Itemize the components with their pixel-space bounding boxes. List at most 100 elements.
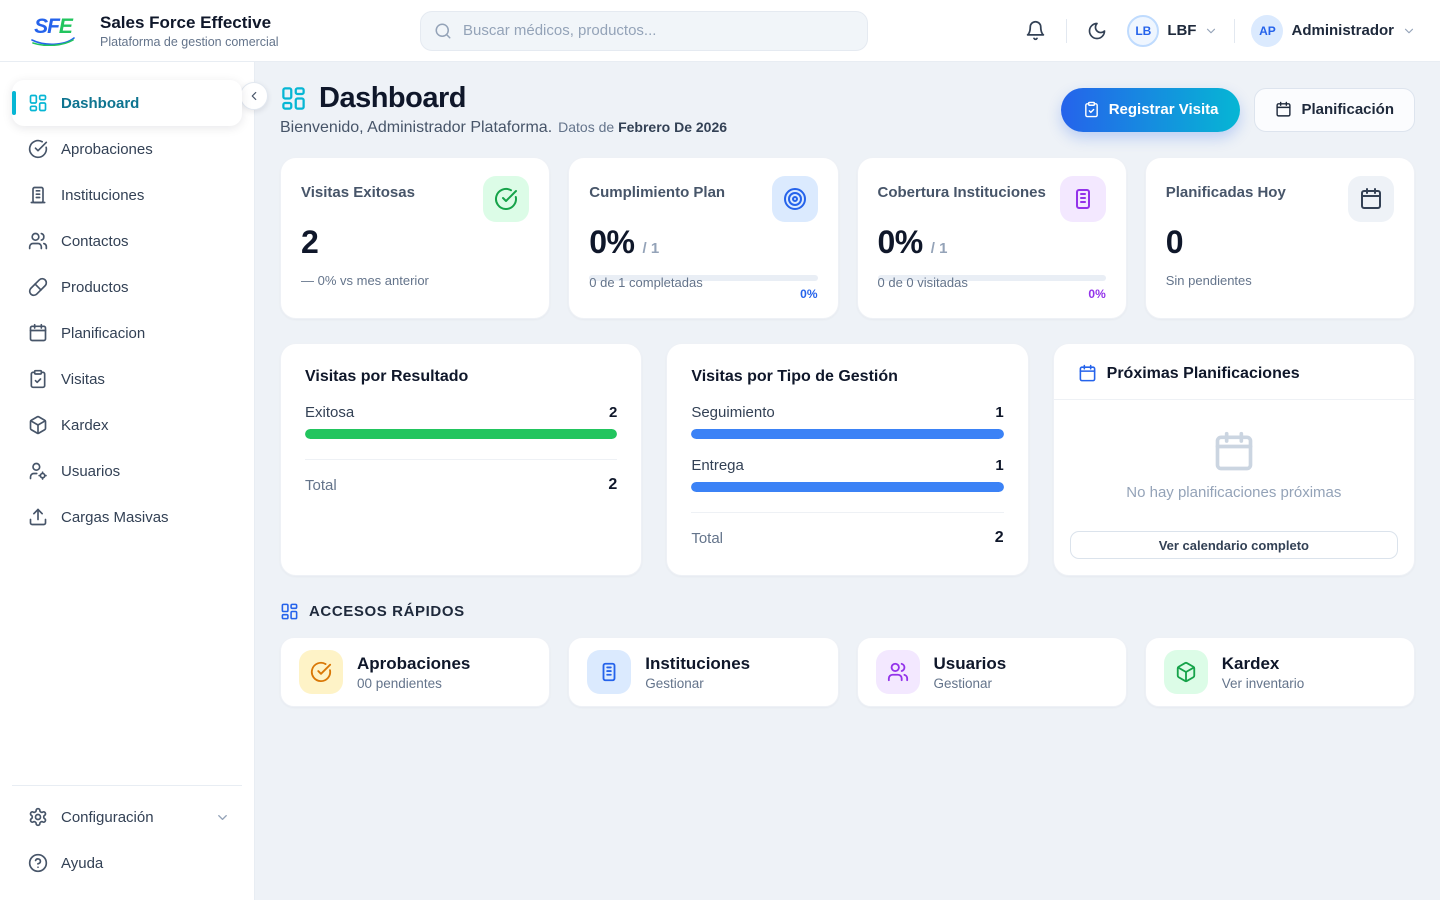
- app-logo: SFE Sales Force Effective Plataforma de …: [24, 13, 420, 49]
- sidebar-item-label: Cargas Masivas: [61, 509, 169, 526]
- bar-fill-seguimiento: [691, 429, 1003, 439]
- total-label: Total: [691, 530, 723, 547]
- chart-visitas-por-tipo: Visitas por Tipo de Gestión Seguimiento …: [666, 343, 1028, 576]
- building-icon: [587, 650, 631, 694]
- global-search: [420, 11, 868, 51]
- chart-visitas-por-resultado: Visitas por Resultado Exitosa 2 Total 2: [280, 343, 642, 576]
- stat-card-cumplimiento-plan: Cumplimiento Plan 0% / 1 0% 0 de 1 compl…: [568, 157, 838, 319]
- stats-row: Visitas Exitosas 2 — 0% vs mes anterior …: [280, 157, 1415, 319]
- sidebar-item-cargas-masivas[interactable]: Cargas Masivas: [12, 494, 242, 540]
- app-subtitle: Plataforma de gestion comercial: [100, 35, 279, 49]
- stat-card-planificadas-hoy: Planificadas Hoy 0 Sin pendientes: [1145, 157, 1415, 319]
- sidebar-item-label: Productos: [61, 279, 129, 296]
- stat-suffix: / 1: [931, 240, 948, 257]
- ver-calendario-button[interactable]: Ver calendario completo: [1070, 531, 1398, 559]
- proximas-planificaciones-card: Próximas Planificaciones No hay planific…: [1053, 343, 1415, 576]
- sidebar-item-aprobaciones[interactable]: Aprobaciones: [12, 126, 242, 172]
- help-circle-icon: [28, 853, 48, 873]
- planificacion-label: Planificación: [1301, 101, 1394, 118]
- building-icon: [1060, 176, 1106, 222]
- package-icon: [28, 415, 48, 435]
- bar-value: 1: [995, 404, 1003, 421]
- sidebar-collapse-button[interactable]: [240, 82, 268, 110]
- sidebar-item-productos[interactable]: Productos: [12, 264, 242, 310]
- bar-label: Seguimiento: [691, 404, 774, 421]
- search-input[interactable]: [420, 11, 868, 51]
- stat-title: Cobertura Instituciones: [878, 176, 1046, 201]
- sidebar-item-planificacion[interactable]: Planificacion: [12, 310, 242, 356]
- bar-track: [691, 482, 1003, 492]
- sidebar-item-label: Configuración: [61, 809, 154, 826]
- calendar-icon: [1078, 364, 1097, 383]
- moon-icon: [1087, 21, 1107, 41]
- sidebar-item-contactos[interactable]: Contactos: [12, 218, 242, 264]
- bar-label: Entrega: [691, 457, 744, 474]
- search-icon: [434, 22, 452, 40]
- sidebar-item-label: Dashboard: [61, 95, 139, 112]
- sidebar-item-configuracion[interactable]: Configuración: [12, 794, 242, 840]
- stat-card-visitas-exitosas: Visitas Exitosas 2 — 0% vs mes anterior: [280, 157, 550, 319]
- users-icon: [28, 231, 48, 251]
- planificacion-button[interactable]: Planificación: [1254, 88, 1415, 132]
- logo-text-e: E: [59, 15, 72, 38]
- quick-access-usuarios[interactable]: Usuarios Gestionar: [857, 637, 1127, 707]
- quick-access-row: Aprobaciones 00 pendientes Instituciones…: [280, 637, 1415, 707]
- total-value: 2: [995, 529, 1004, 547]
- sidebar-nav: Dashboard Aprobaciones Instituciones Con…: [12, 80, 242, 540]
- sidebar-footer: Configuración Ayuda: [12, 785, 242, 886]
- calendar-empty-icon: [1212, 430, 1256, 474]
- sidebar-item-label: Contactos: [61, 233, 129, 250]
- main-content: Dashboard Bienvenido, Administrador Plat…: [255, 62, 1440, 900]
- chevron-down-icon: [1204, 24, 1218, 38]
- building-icon: [28, 185, 48, 205]
- charts-row: Visitas por Resultado Exitosa 2 Total 2 …: [280, 343, 1415, 576]
- top-header: SFE Sales Force Effective Plataforma de …: [0, 0, 1440, 62]
- total-value: 2: [608, 476, 617, 494]
- empty-state-text: No hay planificaciones próximas: [1126, 484, 1341, 501]
- active-indicator: [12, 91, 16, 115]
- quick-access-label: Aprobaciones: [357, 654, 470, 674]
- user-avatar: AP: [1251, 15, 1283, 47]
- divider: [1066, 19, 1067, 43]
- org-avatar: LB: [1127, 15, 1159, 47]
- divider: [1234, 19, 1235, 43]
- target-icon: [772, 176, 818, 222]
- stat-value: 0%: [878, 224, 923, 261]
- quick-access-aprobaciones[interactable]: Aprobaciones 00 pendientes: [280, 637, 550, 707]
- sidebar-item-instituciones[interactable]: Instituciones: [12, 172, 242, 218]
- registrar-visita-button[interactable]: Registrar Visita: [1061, 88, 1241, 132]
- bar-value: 2: [609, 404, 617, 421]
- user-menu[interactable]: AP Administrador: [1251, 15, 1416, 47]
- upload-icon: [28, 507, 48, 527]
- quick-access-sub: 00 pendientes: [357, 676, 470, 691]
- sidebar-item-usuarios[interactable]: Usuarios: [12, 448, 242, 494]
- quick-access-title: ACCESOS RÁPIDOS: [309, 603, 465, 620]
- chart-title: Próximas Planificaciones: [1107, 365, 1300, 383]
- registrar-visita-label: Registrar Visita: [1109, 101, 1219, 118]
- divider: [305, 459, 617, 460]
- logo-text-sf: SF: [34, 15, 59, 38]
- quick-access-kardex[interactable]: Kardex Ver inventario: [1145, 637, 1415, 707]
- clipboard-check-icon: [1083, 101, 1100, 118]
- stat-title: Cumplimiento Plan: [589, 176, 725, 201]
- sidebar-item-kardex[interactable]: Kardex: [12, 402, 242, 448]
- welcome-text: Bienvenido, Administrador Plataforma.: [280, 119, 552, 136]
- quick-access-sub: Gestionar: [934, 676, 1007, 691]
- bar-value: 1: [995, 457, 1003, 474]
- total-label: Total: [305, 477, 337, 494]
- stat-value: 0%: [589, 224, 634, 261]
- notifications-button[interactable]: [1021, 16, 1050, 45]
- dark-mode-toggle[interactable]: [1083, 17, 1111, 45]
- stat-title: Visitas Exitosas: [301, 176, 415, 201]
- sidebar-item-ayuda[interactable]: Ayuda: [12, 840, 242, 886]
- org-label: LBF: [1167, 22, 1196, 39]
- calendar-icon: [28, 323, 48, 343]
- quick-access-instituciones[interactable]: Instituciones Gestionar: [568, 637, 838, 707]
- sidebar-item-visitas[interactable]: Visitas: [12, 356, 242, 402]
- sidebar-item-label: Instituciones: [61, 187, 144, 204]
- org-menu[interactable]: LB LBF: [1127, 15, 1218, 47]
- check-circle-icon: [299, 650, 343, 694]
- sidebar-item-label: Aprobaciones: [61, 141, 153, 158]
- sidebar-item-dashboard[interactable]: Dashboard: [12, 80, 242, 126]
- divider: [691, 512, 1003, 513]
